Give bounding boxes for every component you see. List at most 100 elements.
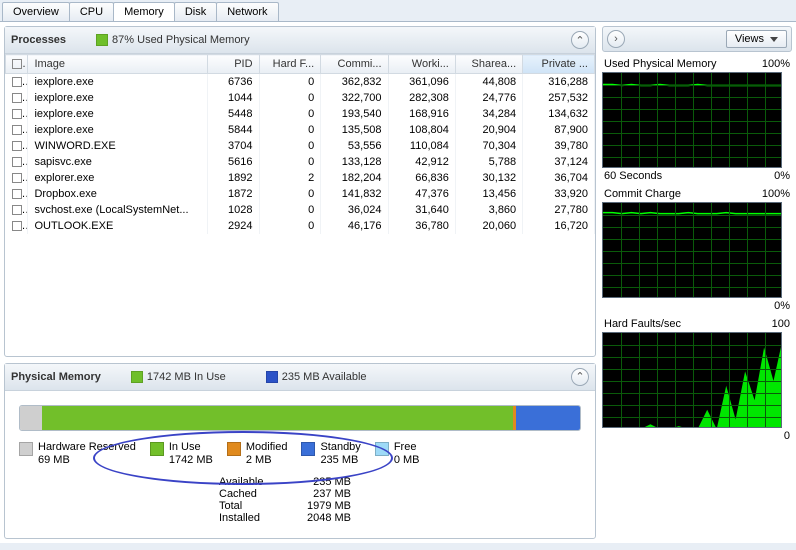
graph-bottom-left: 60 Seconds	[604, 170, 662, 182]
table-row[interactable]: Dropbox.exe18720141,83247,37613,45633,92…	[6, 186, 595, 202]
cell-pid: 2924	[207, 218, 259, 234]
table-row[interactable]: iexplore.exe54480193,540168,91634,284134…	[6, 106, 595, 122]
cell-hard: 0	[259, 218, 321, 234]
row-checkbox[interactable]	[12, 93, 22, 103]
memory-summary: Available235 MBCached237 MBTotal1979 MBI…	[219, 476, 581, 524]
cell-share: 24,776	[455, 90, 522, 106]
row-checkbox[interactable]	[12, 189, 22, 199]
summary-label: Total	[219, 500, 279, 512]
cell-commit: 46,176	[321, 218, 388, 234]
cell-hard: 0	[259, 202, 321, 218]
legend-swatch	[375, 442, 389, 456]
summary-row: Available235 MB	[219, 476, 581, 488]
legend-value: 1742 MB	[169, 454, 213, 468]
legend-swatch	[301, 442, 315, 456]
cell-private: 134,632	[523, 106, 595, 122]
column-header[interactable]: Private ...	[523, 55, 595, 74]
cell-share: 13,456	[455, 186, 522, 202]
column-header[interactable]: Hard F...	[259, 55, 321, 74]
table-row[interactable]: iexplore.exe58440135,508108,80420,90487,…	[6, 122, 595, 138]
column-header[interactable]: Commi...	[321, 55, 388, 74]
row-checkbox[interactable]	[12, 221, 22, 231]
row-checkbox[interactable]	[12, 205, 22, 215]
summary-label: Cached	[219, 488, 279, 500]
table-row[interactable]: sapisvc.exe56160133,12842,9125,78837,124	[6, 154, 595, 170]
graph-bottom-right: 0%	[774, 170, 790, 182]
cell-commit: 53,556	[321, 138, 388, 154]
legend-value: 69 MB	[38, 454, 136, 468]
summary-label: Available	[219, 476, 279, 488]
tab-network[interactable]: Network	[216, 2, 278, 21]
graph-canvas	[602, 72, 782, 168]
column-header[interactable]: PID	[207, 55, 259, 74]
cell-working: 66,836	[388, 170, 455, 186]
cell-share: 5,788	[455, 154, 522, 170]
graph-bottom-right: 0	[784, 430, 790, 442]
mem-segment	[20, 406, 42, 430]
cell-private: 39,780	[523, 138, 595, 154]
cell-image: explorer.exe	[28, 170, 208, 186]
processes-title: Processes	[11, 34, 66, 46]
column-header[interactable]: Image	[28, 55, 208, 74]
collapse-processes-button[interactable]: ⌃	[571, 31, 589, 49]
cell-hard: 0	[259, 186, 321, 202]
graphs-header: › Views	[602, 26, 792, 52]
legend-label: Free	[394, 441, 420, 455]
legend-label: Hardware Reserved	[38, 441, 136, 455]
available-text: 235 MB Available	[282, 371, 367, 383]
column-header[interactable]: Sharea...	[455, 55, 522, 74]
graph-bottom-right: 0%	[774, 300, 790, 312]
tab-memory[interactable]: Memory	[113, 2, 175, 21]
physical-memory-panel: Physical Memory 1742 MB In Use 235 MB Av…	[4, 363, 596, 540]
row-checkbox[interactable]	[12, 125, 22, 135]
cell-share: 30,132	[455, 170, 522, 186]
tab-cpu[interactable]: CPU	[69, 2, 114, 21]
legend-value: 0 MB	[394, 454, 420, 468]
cell-image: iexplore.exe	[28, 74, 208, 91]
cell-private: 36,704	[523, 170, 595, 186]
cell-image: WINWORD.EXE	[28, 138, 208, 154]
row-checkbox[interactable]	[12, 141, 22, 151]
cell-pid: 1028	[207, 202, 259, 218]
cell-commit: 135,508	[321, 122, 388, 138]
table-row[interactable]: WINWORD.EXE3704053,556110,08470,30439,78…	[6, 138, 595, 154]
row-checkbox[interactable]	[12, 173, 22, 183]
cell-working: 36,780	[388, 218, 455, 234]
table-row[interactable]: iexplore.exe67360362,832361,09644,808316…	[6, 74, 595, 91]
expand-graphs-button[interactable]: ›	[607, 30, 625, 48]
inuse-text: 1742 MB In Use	[147, 371, 226, 383]
row-checkbox[interactable]	[12, 157, 22, 167]
legend-item: Hardware Reserved69 MB	[19, 441, 136, 469]
cell-commit: 193,540	[321, 106, 388, 122]
table-row[interactable]: explorer.exe18922182,20466,83630,13236,7…	[6, 170, 595, 186]
tab-disk[interactable]: Disk	[174, 2, 217, 21]
cell-image: svchost.exe (LocalSystemNet...	[28, 202, 208, 218]
mem-segment	[42, 406, 512, 430]
row-checkbox[interactable]	[12, 77, 22, 87]
processes-table-scroll[interactable]: ImagePIDHard F...Commi...Worki...Sharea.…	[5, 54, 595, 356]
views-button[interactable]: Views	[726, 30, 787, 48]
row-checkbox[interactable]	[12, 109, 22, 119]
table-row[interactable]: svchost.exe (LocalSystemNet...1028036,02…	[6, 202, 595, 218]
select-all-checkbox[interactable]	[12, 59, 22, 69]
tab-overview[interactable]: Overview	[2, 2, 70, 21]
usage-text: 87% Used Physical Memory	[112, 34, 250, 46]
graph-max: 100	[772, 318, 790, 330]
summary-row: Total1979 MB	[219, 500, 581, 512]
inuse-swatch	[131, 371, 143, 383]
column-header[interactable]: Worki...	[388, 55, 455, 74]
legend-swatch	[150, 442, 164, 456]
cell-pid: 1872	[207, 186, 259, 202]
summary-value: 2048 MB	[291, 512, 351, 524]
cell-image: sapisvc.exe	[28, 154, 208, 170]
cell-private: 37,124	[523, 154, 595, 170]
cell-image: Dropbox.exe	[28, 186, 208, 202]
graph-canvas	[602, 202, 782, 298]
cell-hard: 0	[259, 90, 321, 106]
cell-image: OUTLOOK.EXE	[28, 218, 208, 234]
graph-max: 100%	[762, 188, 790, 200]
table-row[interactable]: iexplore.exe10440322,700282,30824,776257…	[6, 90, 595, 106]
table-row[interactable]: OUTLOOK.EXE2924046,17636,78020,06016,720	[6, 218, 595, 234]
memory-legend: Hardware Reserved69 MBIn Use1742 MBModif…	[19, 441, 581, 469]
collapse-phys-button[interactable]: ⌃	[571, 368, 589, 386]
